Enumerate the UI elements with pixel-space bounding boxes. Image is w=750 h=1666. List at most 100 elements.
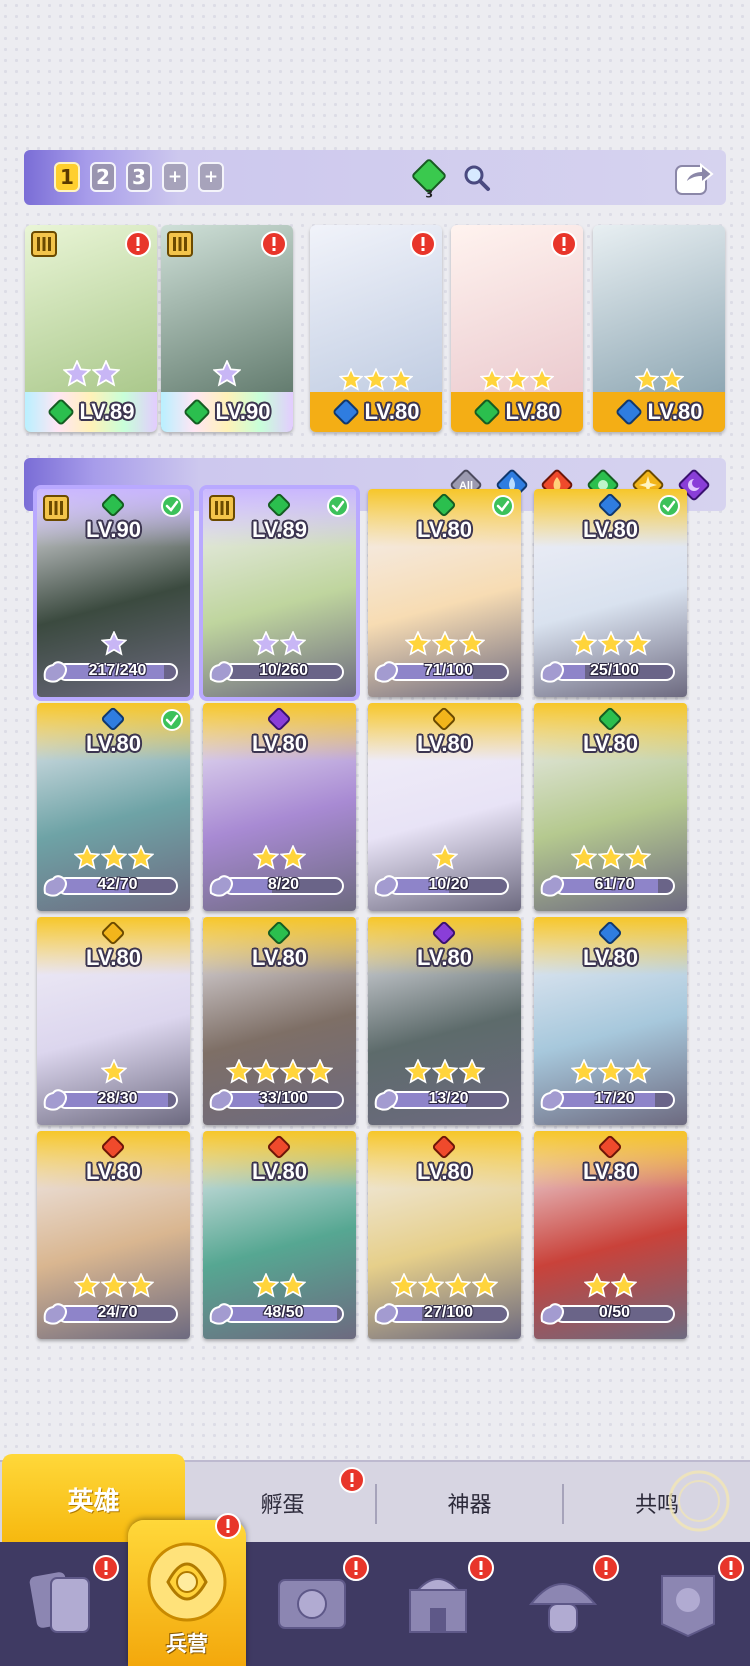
team-card-5[interactable]: LV.80 [593,225,725,432]
hero-card[interactable]: LV.80 42/70 [37,703,190,911]
check-icon [658,495,680,517]
hero-card[interactable]: LV.80 13/20 [368,917,521,1125]
star-rating [203,1273,356,1299]
star-icon [253,1059,279,1084]
team-slot-2[interactable]: 2 [90,162,116,192]
nature-element-icon [184,399,210,425]
hero-level: LV.80 [364,399,420,424]
team-slot-1[interactable]: 1 [54,162,80,192]
share-icon[interactable] [673,156,715,198]
hero-card[interactable]: LV.80 8/20 [203,703,356,911]
star-icon [431,631,458,656]
star-rating [368,631,521,657]
hero-level: LV.80 [582,731,639,756]
dark-element-icon [432,921,456,945]
hero-level: LV.89 [79,399,135,424]
progress-text: 10/260 [259,662,308,679]
search-icon[interactable] [461,162,491,192]
rank-badge-icon [31,231,57,257]
nature-element-icon [432,493,456,517]
hero-level: LV.80 [582,517,639,542]
shard-progress: 10/260 [207,659,344,685]
nature-element-icon [474,399,500,425]
fire-element-icon [598,1135,622,1159]
alert-icon [215,1513,241,1539]
hero-card[interactable]: LV.80 33/100 [203,917,356,1125]
shard-icon [374,1303,398,1325]
star-rating [310,368,442,392]
shard-icon [43,661,67,683]
star-icon [100,631,127,656]
nature-element-icon [48,399,74,425]
progress-text: 8/20 [267,876,300,893]
star-rating [37,1273,190,1299]
team-card-3[interactable]: LV.80 [310,225,442,432]
check-icon [492,495,514,517]
hero-card[interactable]: LV.89 10/260 [199,485,360,701]
star-icon [280,631,306,656]
level-bar: LV.80 [310,392,442,432]
hero-card[interactable]: LV.80 0/50 [534,1131,687,1339]
star-icon [445,1273,471,1298]
hero-card[interactable]: LV.80 17/20 [534,917,687,1125]
star-icon [391,1273,417,1298]
star-rating [37,631,190,657]
star-icon [584,1273,610,1298]
star-icon [100,1273,127,1298]
team-card-2[interactable]: LV.90 [161,225,293,432]
nav-barracks[interactable]: 兵营 [128,1513,246,1666]
fire-element-icon [432,1135,456,1159]
rank-badge-icon [167,231,193,257]
progress-text: 17/20 [594,1090,635,1107]
hero-card[interactable]: LV.80 10/20 [368,703,521,911]
star-icon [280,845,306,870]
star-icon [611,1273,637,1298]
tab-artifact[interactable]: 神器 [377,1462,562,1544]
shard-progress: 25/100 [538,659,675,685]
star-icon [431,845,458,870]
hero-card[interactable]: LV.80 27/100 [368,1131,521,1339]
nature-element-icon [267,921,291,945]
map-book-icon [278,1579,346,1629]
progress-text: 24/70 [97,1304,138,1321]
team-card-1[interactable]: LV.89 [25,225,157,432]
star-icon [458,1059,485,1084]
star-icon [570,631,597,656]
hero-level: LV.90 [215,399,271,424]
hero-card[interactable]: LV.80 24/70 [37,1131,190,1339]
hero-card[interactable]: LV.80 28/30 [37,917,190,1125]
shard-progress: 71/100 [372,659,509,685]
progress-text: 27/100 [424,1304,473,1321]
check-icon [327,495,349,517]
star-icon [458,631,485,656]
shard-icon [43,1089,67,1111]
star-icon [624,1059,651,1084]
nature-element-icon [598,707,622,731]
hero-card[interactable]: LV.80 48/50 [203,1131,356,1339]
castle-icon [409,1578,467,1633]
hero-card[interactable]: LV.80 71/100 [368,489,521,697]
alert-icon [468,1555,494,1581]
hero-level: LV.80 [416,517,473,542]
star-icon [73,845,100,870]
team-slot-3[interactable]: 3 [126,162,152,192]
hero-card[interactable]: LV.80 61/70 [534,703,687,911]
hero-level: LV.80 [647,399,703,424]
level-bar: LV.89 [25,392,157,432]
add-team-slot-button-2[interactable]: + [198,162,224,192]
floating-magic-circle-icon[interactable] [666,1468,732,1534]
bottom-navigation [0,1542,750,1666]
star-icon [253,1273,279,1298]
shard-icon [209,1089,233,1111]
light-element-icon [101,921,125,945]
add-team-slot-button[interactable]: + [162,162,188,192]
light-element-icon [432,707,456,731]
team-card-4[interactable]: LV.80 [451,225,583,432]
check-icon [161,709,183,731]
hero-card[interactable]: LV.90 217/240 [33,485,194,701]
star-rating [534,845,687,871]
progress-text: 10/20 [428,876,469,893]
alert-icon [125,231,151,257]
progress-text: 42/70 [97,876,138,893]
hero-card[interactable]: LV.80 25/100 [534,489,687,697]
